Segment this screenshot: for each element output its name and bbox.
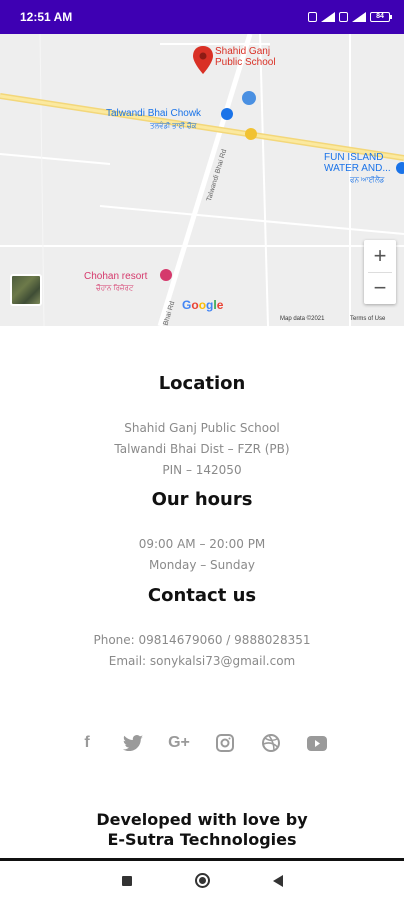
cellular-signal-icon — [321, 12, 335, 22]
home-button[interactable] — [194, 873, 210, 888]
zoom-out-button[interactable]: − — [364, 272, 396, 304]
location-line: Shahid Ganj Public School — [124, 421, 280, 435]
system-nav-bar — [0, 858, 404, 900]
sim-icon — [339, 12, 348, 22]
google-logo: Google — [182, 298, 224, 312]
status-time: 12:51 AM — [20, 10, 73, 24]
location-line: Talwandi Bhai Dist – FZR (PB) — [114, 442, 290, 456]
contact-email[interactable]: Email: sonykalsi73@gmail.com — [0, 651, 404, 672]
location-title: Location — [158, 373, 246, 394]
battery-level: 84 — [376, 13, 384, 20]
map-poi-fun-line2: WATER AND... — [324, 163, 391, 174]
social-links: f G+ — [0, 732, 404, 754]
map-poi-school-line1: Shahid Ganj — [215, 46, 271, 57]
dribbble-icon[interactable] — [259, 732, 283, 754]
hours-line: 09:00 AM – 20:00 PM — [138, 537, 266, 551]
location-section: Location Shahid Ganj Public School Talwa… — [0, 373, 404, 481]
footer-line1: Developed with love by — [96, 810, 308, 829]
facebook-icon[interactable]: f — [75, 732, 99, 754]
map-poi-school[interactable]: Shahid Ganj Public School — [215, 46, 276, 68]
instagram-icon[interactable] — [213, 732, 237, 754]
zoom-controls: + − — [364, 240, 396, 304]
map-view[interactable]: Shahid Ganj Public School Talwandi Bhai C… — [0, 34, 404, 326]
hours-title: Our hours — [151, 489, 253, 510]
cellular-signal-2-icon — [352, 12, 366, 22]
map-poi-fun-line1: FUN ISLAND — [324, 152, 384, 163]
map-poi-chowk-sub: ਤਲਵੰਡੀ ਭਾਈ ਚੌਕ — [150, 123, 197, 130]
satellite-toggle-thumbnail[interactable] — [10, 274, 42, 306]
map-terms-link[interactable]: Terms of Use — [350, 316, 385, 322]
status-bar: 12:51 AM 84 — [0, 0, 404, 34]
map-poi-fun-sub: ਫਨ ਆਈਲੈਂਡ — [350, 177, 385, 184]
map-poi-chohan-resort[interactable]: Chohan resort — [84, 271, 147, 282]
contact-title: Contact us — [147, 585, 257, 606]
footer-line2: E-Sutra Technologies — [107, 830, 297, 849]
map-poi-chowk[interactable]: Talwandi Bhai Chowk — [106, 108, 201, 119]
google-plus-icon[interactable]: G+ — [167, 732, 191, 754]
youtube-icon[interactable] — [305, 732, 329, 754]
contact-phone[interactable]: Phone: 09814679060 / 9888028351 — [0, 630, 404, 651]
battery-icon: 84 — [370, 12, 392, 22]
hours-line: Monday – Sunday — [149, 558, 255, 572]
map-poi-chohan-sub: ਚੌਹਾਨ ਰਿਜ਼ੋਰਟ — [96, 285, 134, 292]
map-data-attribution: Map data ©2021 — [280, 316, 325, 322]
contact-section: Contact us Phone: 09814679060 / 98880283… — [0, 585, 404, 672]
recent-apps-button[interactable] — [121, 875, 132, 886]
back-button[interactable] — [272, 874, 283, 887]
data-saver-icon — [308, 12, 317, 22]
status-icons: 84 — [308, 12, 392, 22]
location-line: PIN – 142050 — [162, 463, 242, 477]
developer-credit: Developed with love by E-Sutra Technolog… — [0, 810, 404, 850]
map-roads — [0, 34, 404, 326]
zoom-divider — [368, 272, 392, 273]
hours-section: Our hours 09:00 AM – 20:00 PM Monday – S… — [0, 489, 404, 576]
map-poi-school-line2: Public School — [215, 57, 276, 68]
zoom-in-button[interactable]: + — [364, 240, 396, 272]
map-poi-fun-island[interactable]: FUN ISLAND WATER AND... — [324, 152, 391, 174]
twitter-icon[interactable] — [121, 732, 145, 754]
